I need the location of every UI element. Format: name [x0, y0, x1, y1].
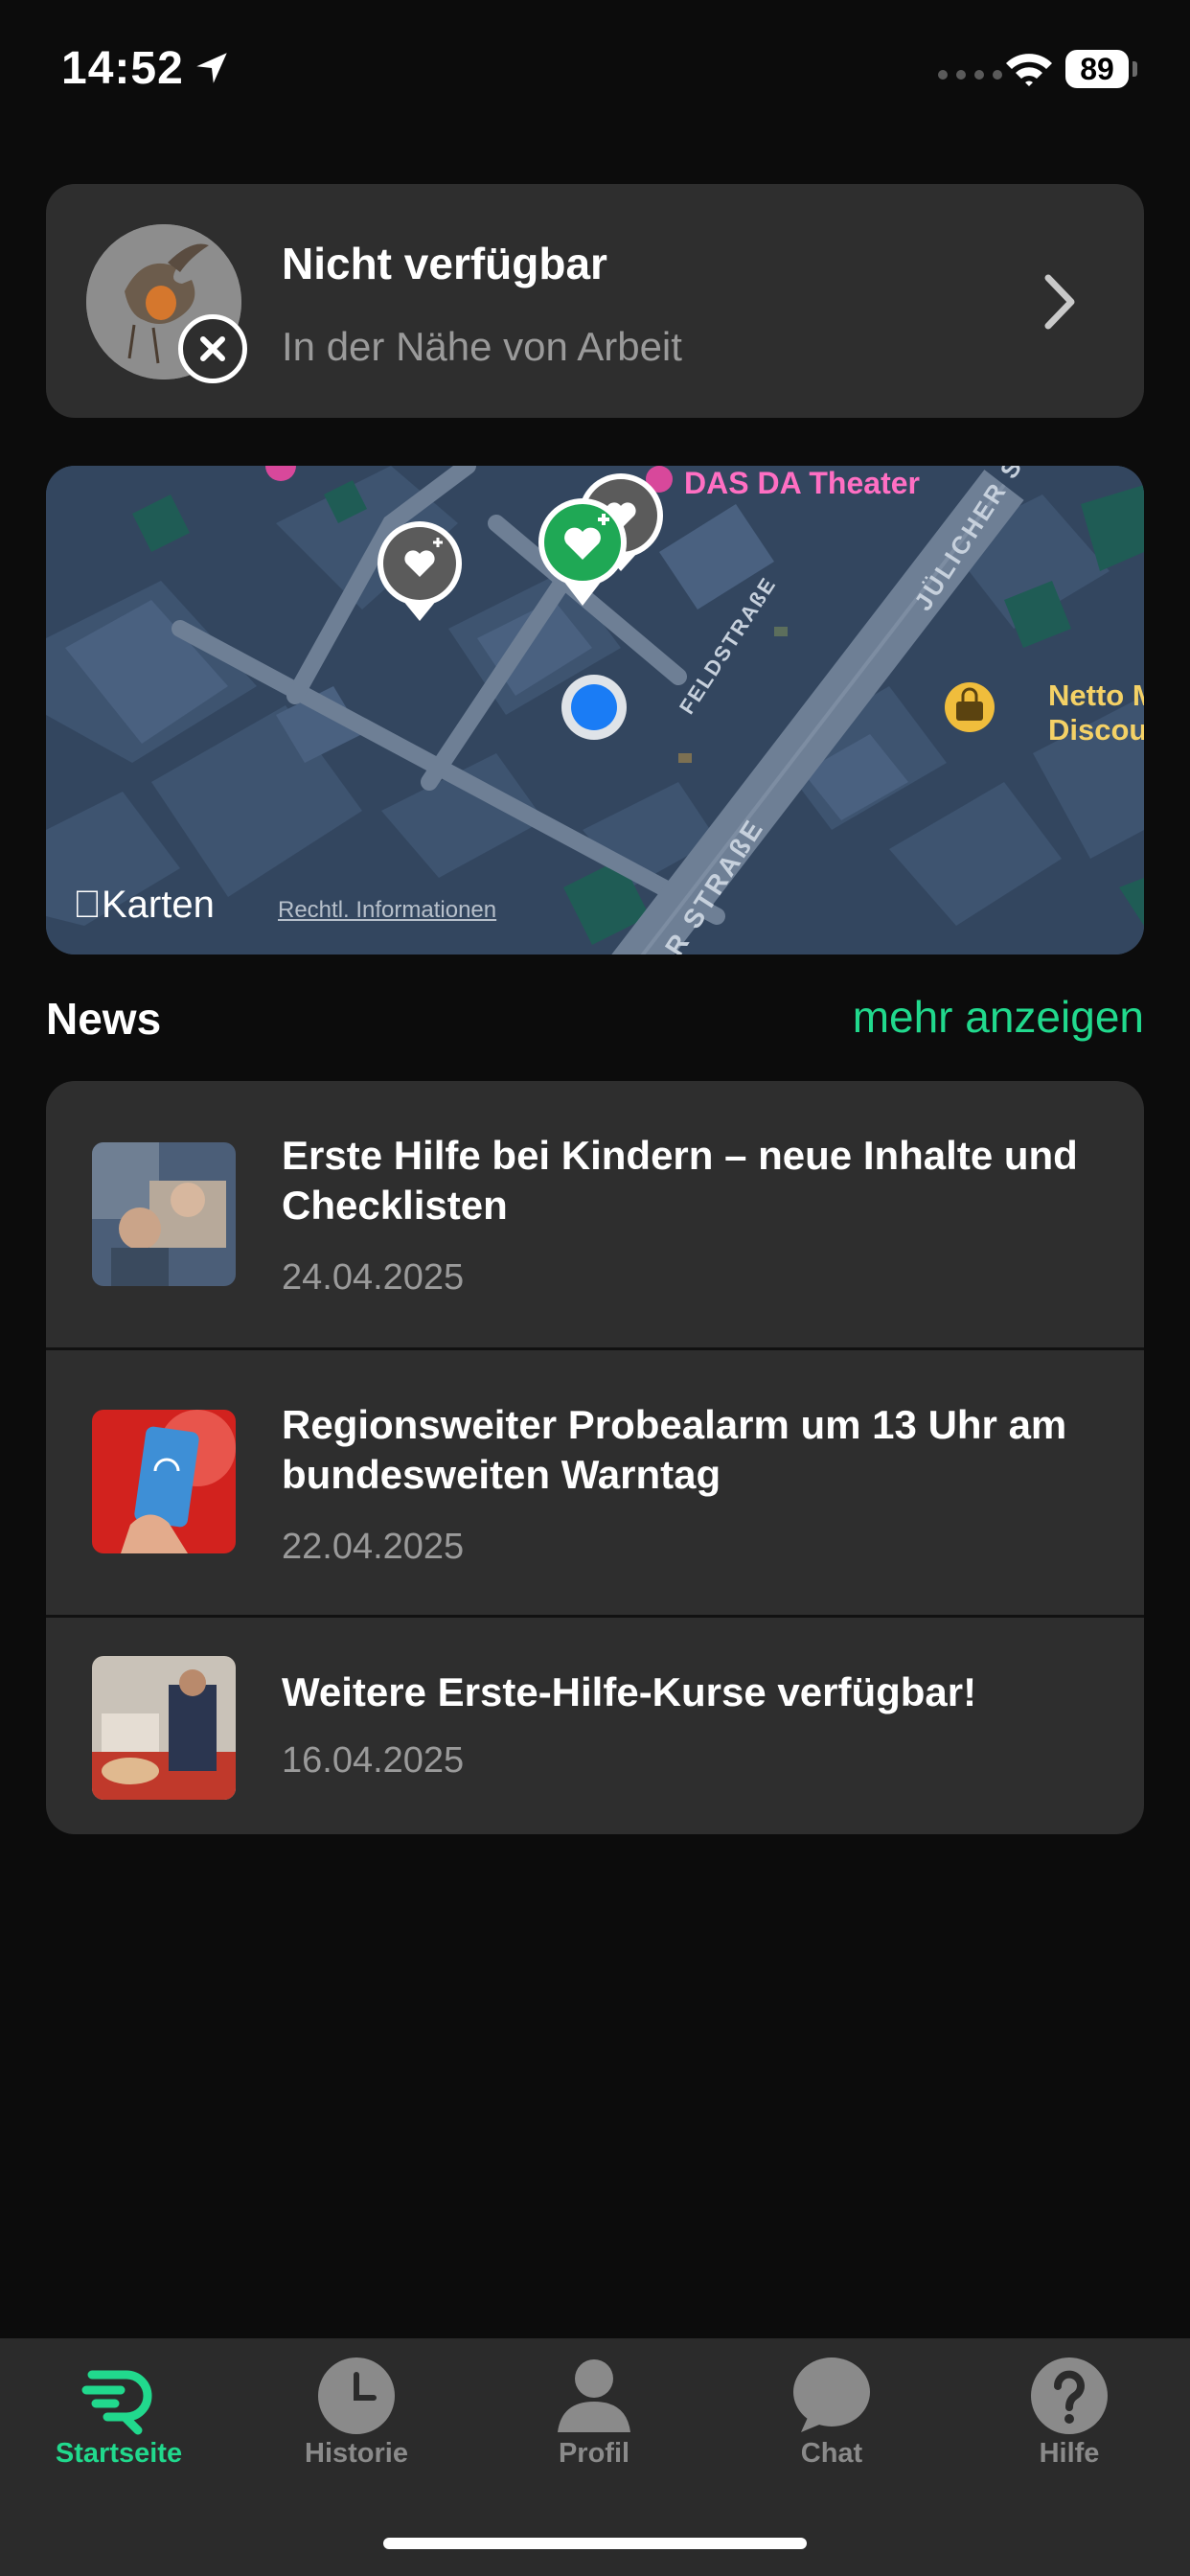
news-thumbnail: [92, 1656, 236, 1800]
news-heading: News: [46, 994, 162, 1044]
wifi-icon: [1006, 54, 1052, 86]
availability-title: Nicht verfügbar: [282, 239, 607, 288]
news-item-date: 24.04.2025: [282, 1257, 465, 1298]
status-time: 14:52: [61, 43, 184, 94]
news-item[interactable]: Regionsweiter Probealarm um 13 Uhr am bu…: [46, 1350, 1144, 1617]
tab-startseite[interactable]: Startseite: [0, 2338, 238, 2511]
map-poi-theater[interactable]: DAS DA Theater: [684, 466, 920, 501]
person-icon: [558, 2359, 630, 2432]
app-logo-icon: [81, 2370, 152, 2435]
availability-card[interactable]: Nicht verfügbar In der Nähe von Arbeit: [46, 184, 1144, 418]
news-more-link[interactable]: mehr anzeigen: [853, 991, 1144, 1043]
tab-profil[interactable]: Profil: [475, 2338, 713, 2511]
news-item-date: 16.04.2025: [282, 1740, 465, 1781]
home-indicator[interactable]: [383, 2538, 807, 2549]
news-thumbnail: [92, 1410, 236, 1553]
chat-bubble-icon: [793, 2358, 870, 2432]
user-location-icon: [561, 675, 627, 740]
tab-label: Hilfe: [1039, 2438, 1100, 2469]
map-poi-netto-line1: Netto Ma: [1048, 678, 1144, 712]
chevron-right-icon: [1044, 274, 1075, 330]
battery-level: 89: [1065, 50, 1129, 88]
battery-nub: [1133, 61, 1137, 77]
tab-label: Startseite: [55, 2438, 183, 2469]
apple-logo-icon: : [73, 884, 102, 926]
news-item[interactable]: Erste Hilfe bei Kindern – neue Inhalte u…: [46, 1081, 1144, 1349]
question-icon: [1031, 2358, 1108, 2434]
news-item-title: Weitere Erste-Hilfe-Kurse verfügbar!: [282, 1669, 977, 1714]
shopping-bag-icon: [945, 682, 995, 732]
news-thumbnail: [92, 1142, 236, 1286]
map-brand: Karten: [73, 884, 215, 927]
map-legal-link[interactable]: Rechtl. Informationen: [278, 897, 496, 924]
map-poi-netto-line2: Discount: [1048, 713, 1144, 747]
tab-chat[interactable]: Chat: [713, 2338, 950, 2511]
clock-icon: [318, 2358, 395, 2434]
location-arrow-icon: [196, 53, 227, 83]
tab-label: Historie: [305, 2438, 408, 2469]
tab-historie[interactable]: Historie: [238, 2338, 475, 2511]
status-bar: 14:52 89: [0, 0, 1190, 144]
tab-label: Profil: [558, 2438, 630, 2469]
news-list: Erste Hilfe bei Kindern – neue Inhalte u…: [46, 1081, 1144, 1834]
map-view[interactable]: DAS DA Theater Netto Ma Discount FELDSTR…: [46, 466, 1144, 954]
news-item-date: 22.04.2025: [282, 1527, 465, 1567]
unavailable-close-icon: [178, 314, 247, 383]
availability-subtitle: In der Nähe von Arbeit: [282, 324, 682, 369]
tab-hilfe[interactable]: Hilfe: [950, 2338, 1188, 2511]
tab-label: Chat: [800, 2438, 863, 2469]
map-brand-label: Karten: [73, 884, 215, 926]
news-item-title: Regionsweiter Probealarm um 13 Uhr am bu…: [282, 1402, 1067, 1497]
map-poi-netto[interactable]: Netto Ma Discount: [1048, 678, 1144, 748]
signal-dots-icon: [938, 70, 1002, 80]
news-item-title: Erste Hilfe bei Kindern – neue Inhalte u…: [282, 1133, 1078, 1228]
news-item[interactable]: Weitere Erste-Hilfe-Kurse verfügbar! 16.…: [46, 1618, 1144, 1834]
